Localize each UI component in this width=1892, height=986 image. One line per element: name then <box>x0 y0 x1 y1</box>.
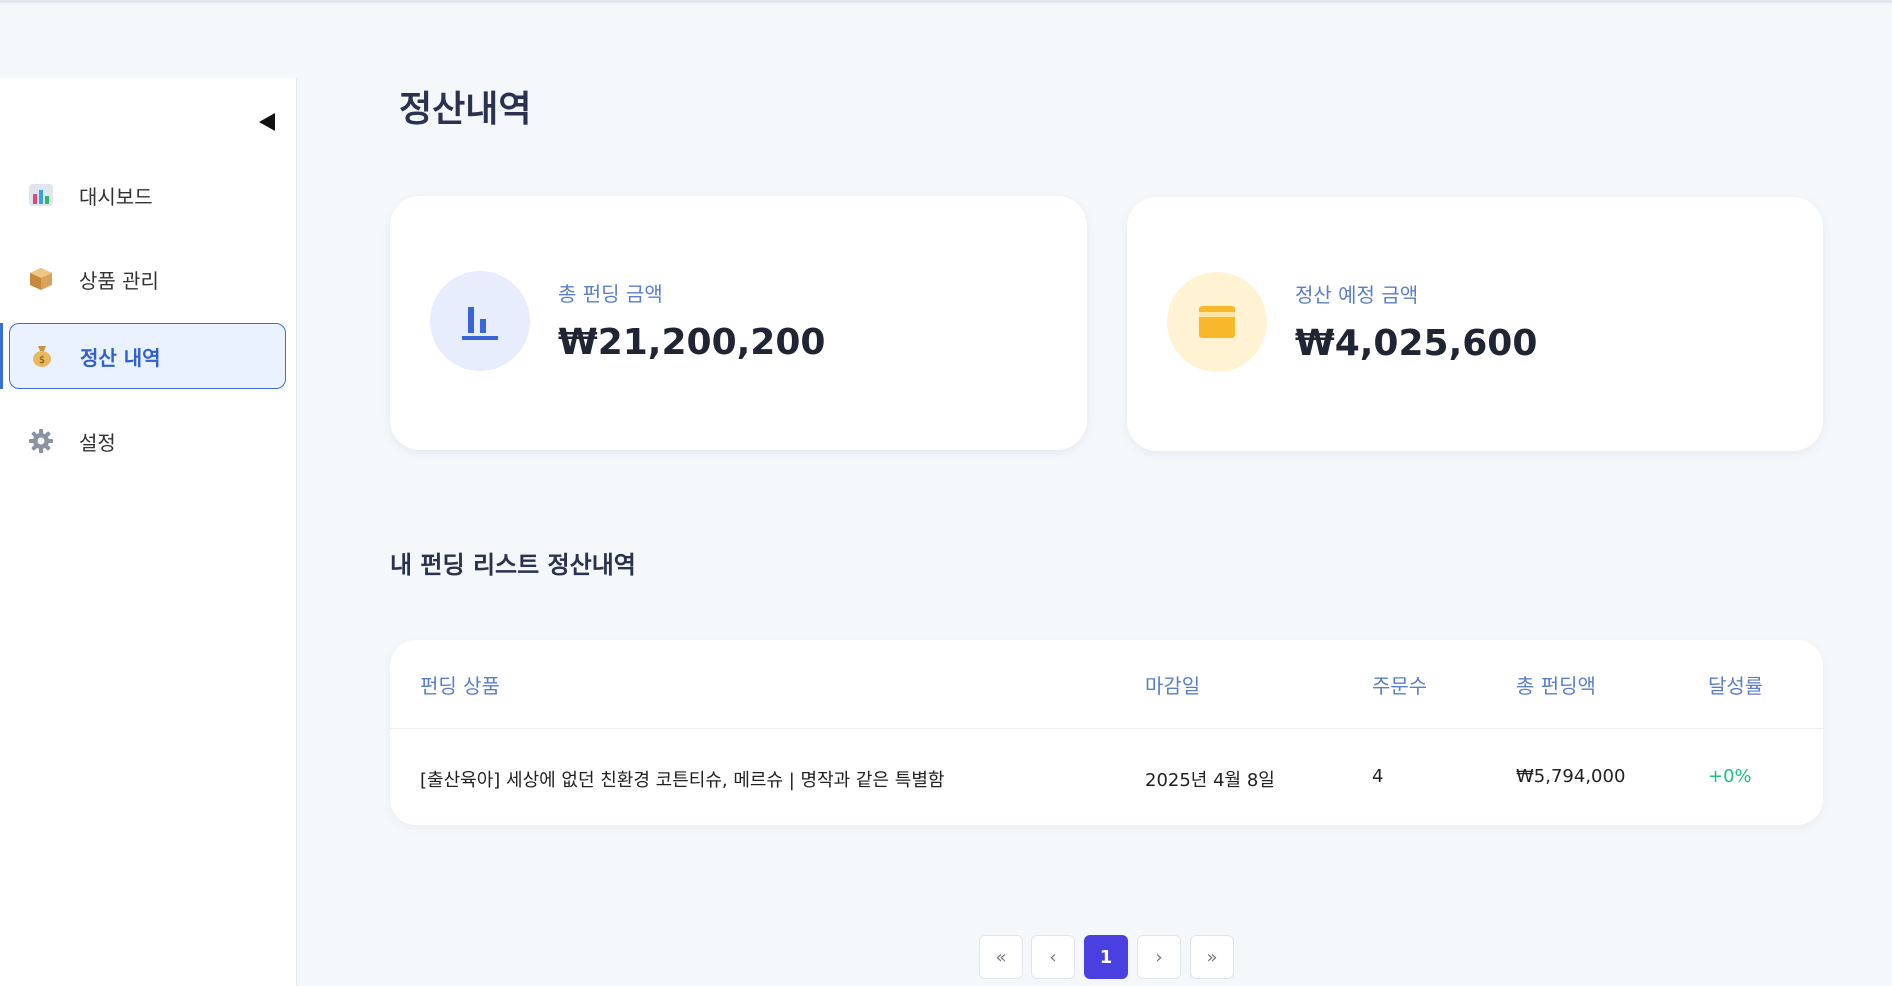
stat-card-expected-settlement: 정산 예정 금액 ₩4,025,600 <box>1127 197 1823 451</box>
gear-icon <box>26 426 56 456</box>
stat-label: 총 펀딩 금액 <box>558 282 663 306</box>
sidebar-collapse-button[interactable] <box>258 113 276 131</box>
sidebar-item-label: 정산 내역 <box>80 345 161 370</box>
settlement-table: 펀딩 상품 마감일 주문수 총 펀딩액 달성률 [출산육아] 세상에 없던 친환… <box>390 640 1823 825</box>
wallet-icon <box>1167 272 1267 372</box>
pagination-page-button[interactable]: 1 <box>1084 935 1128 979</box>
table-cell-deadline: 2025년 4월 8일 <box>1145 770 1275 791</box>
chart-icon <box>430 271 530 371</box>
table-cell-total-funding: ₩5,794,000 <box>1516 766 1626 787</box>
sidebar-item-label: 설정 <box>79 430 116 455</box>
page-title: 정산내역 <box>399 89 532 130</box>
stat-value: ₩21,200,200 <box>558 322 826 363</box>
column-header-product[interactable]: 펀딩 상품 <box>420 670 500 699</box>
money-bag-icon: $ <box>27 341 57 371</box>
pagination-first-button[interactable]: « <box>979 935 1023 979</box>
section-title: 내 펀딩 리스트 정산내역 <box>390 551 636 579</box>
column-header-orders[interactable]: 주문수 <box>1372 670 1427 699</box>
sidebar-item-dashboard[interactable]: 대시보드 <box>9 162 286 228</box>
column-header-achievement[interactable]: 달성률 <box>1708 670 1763 699</box>
top-border <box>0 0 1892 3</box>
pagination-prev-button[interactable]: ‹ <box>1031 935 1075 979</box>
active-indicator <box>0 323 3 389</box>
stat-label: 정산 예정 금액 <box>1295 283 1419 307</box>
sidebar-item-label: 상품 관리 <box>79 268 159 293</box>
package-icon <box>26 264 56 294</box>
sidebar-item-settlement[interactable]: $ 정산 내역 <box>9 323 286 389</box>
stat-value: ₩4,025,600 <box>1295 323 1538 364</box>
pagination-last-button[interactable]: » <box>1190 935 1234 979</box>
table-cell-product[interactable]: [출산육아] 세상에 없던 친환경 코튼티슈, 메르슈 | 명작과 같은 특별함 <box>420 766 944 792</box>
column-header-total-funding[interactable]: 총 펀딩액 <box>1516 670 1596 699</box>
table-cell-achievement: +0% <box>1708 766 1752 787</box>
bar-chart-icon <box>26 180 56 210</box>
svg-text:$: $ <box>39 355 45 366</box>
divider <box>390 728 1823 729</box>
table-cell-orders: 4 <box>1372 766 1384 787</box>
pagination-next-button[interactable]: › <box>1137 935 1181 979</box>
sidebar-item-products[interactable]: 상품 관리 <box>9 246 286 312</box>
sidebar-item-settings[interactable]: 설정 <box>9 408 286 474</box>
collapse-arrow-icon <box>259 113 275 131</box>
stat-card-total-funding: 총 펀딩 금액 ₩21,200,200 <box>390 196 1087 450</box>
sidebar-item-label: 대시보드 <box>79 184 153 209</box>
column-header-deadline[interactable]: 마감일 <box>1145 670 1200 699</box>
